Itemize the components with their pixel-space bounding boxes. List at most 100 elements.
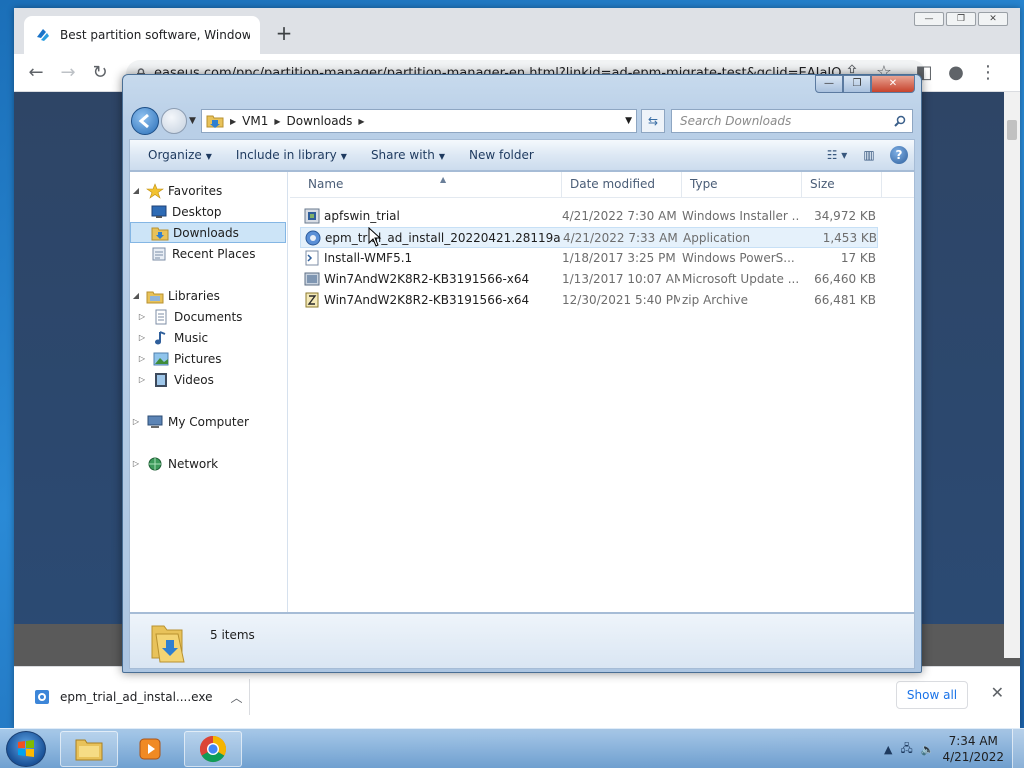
network-status-icon[interactable]: 🖧 bbox=[901, 740, 913, 759]
show-all-button[interactable]: Show all bbox=[896, 681, 968, 709]
nav-recent-places-label: Recent Places bbox=[172, 246, 256, 261]
column-date-modified[interactable]: Date modified bbox=[562, 172, 682, 198]
forward-button[interactable] bbox=[161, 108, 187, 134]
search-icon[interactable] bbox=[894, 115, 906, 127]
videos-icon bbox=[155, 372, 167, 387]
file-row[interactable]: Win7AndW2K8R2-KB3191566-x64 12/30/2021 5… bbox=[300, 290, 878, 311]
close-icon[interactable]: ✕ bbox=[991, 683, 1004, 702]
menu-dots-icon[interactable]: ⋮ bbox=[978, 63, 998, 83]
nav-downloads[interactable]: Downloads bbox=[130, 222, 286, 243]
collapse-triangle-icon[interactable]: ◢ bbox=[130, 186, 142, 195]
browser-minimize-button[interactable]: — bbox=[914, 12, 944, 26]
tab-strip: Best partition software, Windows + — ❐ ✕ bbox=[14, 8, 1020, 54]
volume-icon[interactable]: 🔈 bbox=[921, 743, 935, 756]
column-size[interactable]: Size bbox=[802, 172, 882, 198]
back-arrow-icon bbox=[138, 113, 149, 129]
search-input[interactable]: Search Downloads bbox=[671, 109, 913, 133]
expand-triangle-icon[interactable]: ▷ bbox=[136, 312, 148, 321]
nav-my-computer[interactable]: ▷ My Computer bbox=[130, 411, 286, 432]
file-explorer-icon bbox=[75, 739, 103, 761]
taskbar-explorer-button[interactable] bbox=[60, 731, 118, 767]
file-type: zip Archive bbox=[682, 293, 748, 307]
nav-favorites[interactable]: ◢ Favorites bbox=[130, 180, 286, 201]
nav-network[interactable]: ▷ Network bbox=[130, 453, 286, 474]
file-name: Win7AndW2K8R2-KB3191566-x64 bbox=[324, 293, 530, 307]
breadcrumb-downloads[interactable]: Downloads bbox=[287, 114, 353, 128]
maximize-button[interactable]: ❐ bbox=[843, 75, 871, 93]
close-button[interactable]: ✕ bbox=[871, 75, 915, 93]
expand-triangle-icon[interactable]: ▷ bbox=[136, 354, 148, 363]
chevron-down-icon: ▼ bbox=[438, 152, 445, 161]
nav-recent-places[interactable]: Recent Places bbox=[130, 243, 286, 264]
file-type: Windows PowerS... bbox=[682, 251, 795, 265]
browser-window-controls: — ❐ ✕ bbox=[914, 12, 1008, 26]
easeus-favicon-icon bbox=[37, 29, 49, 41]
file-type: Application bbox=[683, 231, 751, 245]
breadcrumb-vm1[interactable]: VM1 bbox=[242, 114, 268, 128]
reload-icon[interactable]: ↻ bbox=[90, 63, 110, 83]
browser-tab[interactable]: Best partition software, Windows bbox=[24, 16, 260, 54]
show-desktop-button[interactable] bbox=[1012, 729, 1024, 768]
expand-triangle-icon[interactable]: ▷ bbox=[130, 417, 142, 426]
nav-libraries[interactable]: ◢ Libraries bbox=[130, 285, 286, 306]
column-name-label: Name bbox=[308, 177, 344, 191]
browser-maximize-button[interactable]: ❐ bbox=[946, 12, 976, 26]
column-name[interactable]: Name ▲ bbox=[300, 172, 562, 198]
file-list: Name ▲ Date modified Type Size apfswin_t… bbox=[290, 172, 914, 612]
expand-triangle-icon[interactable]: ▷ bbox=[136, 333, 148, 342]
taskbar-chrome-button[interactable] bbox=[184, 731, 242, 767]
start-button[interactable] bbox=[6, 731, 46, 767]
file-row[interactable]: epm_trial_ad_install_20220421.28119a823.… bbox=[300, 227, 878, 248]
expand-triangle-icon[interactable]: ▷ bbox=[136, 375, 148, 384]
new-folder-button[interactable]: New folder bbox=[457, 148, 546, 162]
file-date: 1/13/2017 10:07 AM bbox=[562, 272, 680, 286]
file-row[interactable]: apfswin_trial 4/21/2022 7:30 AM Windows … bbox=[300, 206, 878, 227]
include-in-library-button[interactable]: Include in library ▼ bbox=[224, 148, 359, 162]
clock[interactable]: 7:34 AM 4/21/2022 bbox=[942, 733, 1004, 765]
scrollbar-thumb[interactable] bbox=[1007, 120, 1017, 140]
system-tray: ▲ 🖧 🔈 7:34 AM 4/21/2022 bbox=[884, 729, 1004, 768]
chevron-down-icon: ▼ bbox=[205, 152, 212, 161]
recent-pages-dropdown-icon[interactable]: ▼ bbox=[189, 116, 196, 126]
new-tab-button[interactable]: + bbox=[272, 22, 296, 46]
chevron-up-icon[interactable]: ︿ bbox=[230, 689, 242, 706]
profile-icon[interactable]: ● bbox=[946, 63, 966, 83]
nav-documents[interactable]: ▷ Documents bbox=[130, 306, 286, 327]
collapse-triangle-icon[interactable]: ◢ bbox=[130, 291, 142, 300]
share-with-button[interactable]: Share with ▼ bbox=[359, 148, 457, 162]
nav-music[interactable]: ▷ Music bbox=[130, 327, 286, 348]
nav-favorites-label: Favorites bbox=[168, 183, 223, 198]
file-date: 4/21/2022 7:30 AM bbox=[562, 209, 677, 223]
breadcrumb-separator-icon[interactable]: ▶ bbox=[274, 117, 280, 126]
organize-button[interactable]: Organize ▼ bbox=[136, 148, 224, 162]
breadcrumb-separator-icon[interactable]: ▶ bbox=[358, 117, 364, 126]
expand-triangle-icon[interactable]: ▷ bbox=[130, 459, 142, 468]
refresh-button[interactable]: ⇆ bbox=[641, 109, 665, 133]
nav-videos[interactable]: ▷ Videos bbox=[130, 369, 286, 390]
explorer-address-bar[interactable]: ▶ VM1 ▶ Downloads ▶ ▼ bbox=[201, 109, 637, 133]
nav-downloads-label: Downloads bbox=[173, 225, 239, 240]
nav-desktop[interactable]: Desktop bbox=[130, 201, 286, 222]
column-header: Name ▲ Date modified Type Size bbox=[290, 172, 914, 198]
organize-label: Organize bbox=[148, 148, 202, 162]
nav-pictures[interactable]: ▷ Pictures bbox=[130, 348, 286, 369]
browser-close-button[interactable]: ✕ bbox=[978, 12, 1008, 26]
show-hidden-icons-icon[interactable]: ▲ bbox=[884, 743, 892, 756]
forward-arrow-icon[interactable]: → bbox=[58, 63, 78, 83]
download-item[interactable]: epm_trial_ad_instal....exe ︿ bbox=[24, 679, 250, 715]
minimize-button[interactable]: — bbox=[815, 75, 843, 93]
breadcrumb-separator-icon[interactable]: ▶ bbox=[230, 117, 236, 126]
help-icon[interactable]: ? bbox=[890, 146, 908, 164]
taskbar-media-player-button[interactable] bbox=[122, 731, 180, 767]
column-type[interactable]: Type bbox=[682, 172, 802, 198]
file-row[interactable]: Win7AndW2K8R2-KB3191566-x64 1/13/2017 10… bbox=[300, 269, 878, 290]
file-date: 4/21/2022 7:33 AM bbox=[563, 231, 678, 245]
clock-time: 7:34 AM bbox=[948, 734, 998, 748]
page-scrollbar[interactable] bbox=[1004, 92, 1020, 658]
back-arrow-icon[interactable]: ← bbox=[26, 63, 46, 83]
address-dropdown-icon[interactable]: ▼ bbox=[625, 116, 632, 126]
preview-pane-icon[interactable]: ▥ bbox=[858, 144, 880, 166]
file-row[interactable]: Install-WMF5.1 1/18/2017 3:25 PM Windows… bbox=[300, 248, 878, 269]
back-button[interactable] bbox=[131, 107, 159, 135]
change-view-icon[interactable]: ☷ ▾ bbox=[826, 144, 848, 166]
